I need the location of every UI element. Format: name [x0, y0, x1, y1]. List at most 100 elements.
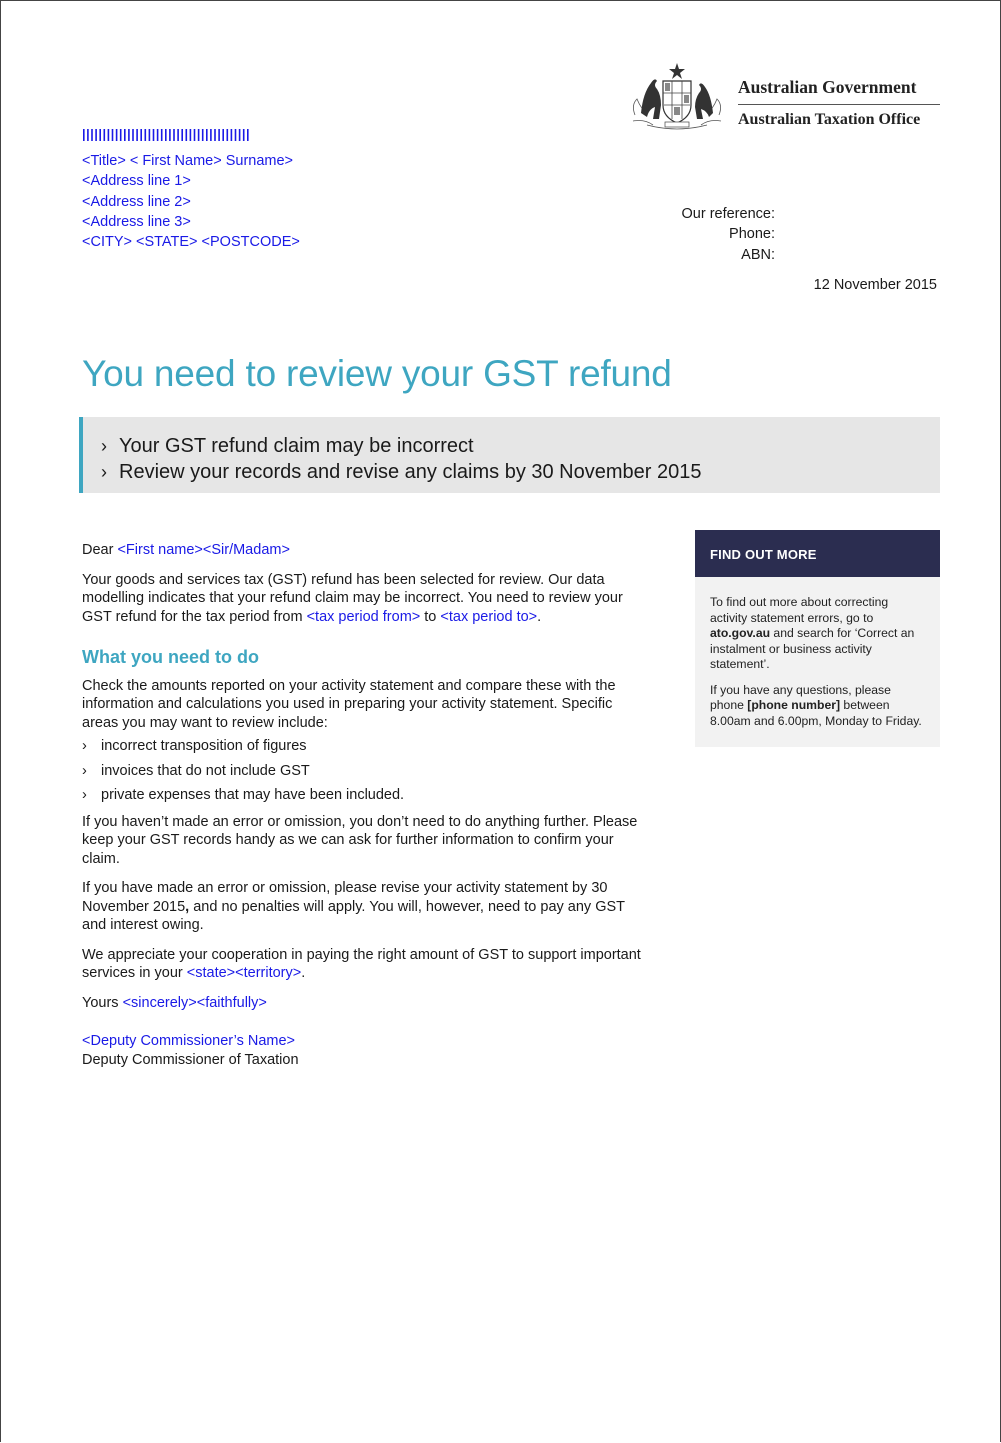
salutation-prefix: Dear [82, 542, 118, 558]
recipient-address: <Title> < First Name> Surname> <Address … [82, 151, 300, 252]
ato-website-link[interactable]: ato.gov.au [710, 626, 770, 640]
appreciation-text: We appreciate your cooperation in paying… [82, 946, 641, 982]
letter-date: 12 November 2015 [813, 277, 937, 293]
section-heading: What you need to do [82, 647, 259, 667]
address-line-3: <Address line 3> [82, 213, 191, 230]
address-line-2: <Address line 2> [82, 193, 191, 210]
barcode-bar [87, 129, 89, 141]
letter-page: Australian Government Australian Taxatio… [0, 0, 1001, 1442]
signatory-title: Deputy Commissioner of Taxation [82, 1051, 299, 1068]
review-paragraph: Check the amounts reported on your activ… [82, 677, 616, 731]
closing-prefix: Yours [82, 994, 123, 1011]
no-error-paragraph: If you haven’t made an error or omission… [82, 813, 638, 867]
barcode-bar [160, 129, 163, 141]
barcode-bar [185, 129, 188, 141]
summary-text: Review your records and revise any claim… [119, 461, 702, 483]
address-city-line: <CITY> <STATE> <POSTCODE> [82, 234, 300, 251]
letter-body: Dear <First name><Sir/Madam> Your goods … [82, 541, 652, 1069]
signature-block: <Deputy Commissioner’s Name> Deputy Comm… [82, 1032, 652, 1069]
signatory-name: <Deputy Commissioner’s Name> [82, 1033, 296, 1049]
barcode-bar [148, 129, 151, 141]
barcode-bar [230, 129, 233, 141]
barcode-bar [238, 129, 241, 141]
recipient-name: <Title> < First Name> Surname> [82, 153, 294, 169]
coat-of-arms-icon [632, 63, 722, 130]
barcode-bar [181, 129, 183, 141]
barcode-bar [124, 129, 126, 141]
barcode-bar [234, 129, 237, 141]
barcode-bar [128, 129, 130, 141]
barcode-bar [197, 129, 200, 141]
chevron-right-icon: › [82, 787, 87, 803]
barcode-bar [119, 129, 122, 141]
closing: Yours <sincerely><faithfully> [82, 994, 652, 1013]
barcode-bar [152, 129, 155, 141]
barcode-bar [103, 129, 106, 141]
barcode-bar [165, 129, 167, 141]
list-item: › private expenses that may have been inc… [82, 786, 652, 805]
summary-item: › Your GST refund claim may be incorrect [101, 433, 940, 459]
summary-text: Your GST refund claim may be incorrect [119, 435, 474, 457]
review-list: › incorrect transposition of figures › inv… [82, 737, 652, 805]
list-item-text: private expenses that may have been incl… [101, 787, 405, 803]
closing-placeholder: <sincerely><faithfully> [122, 994, 267, 1011]
tax-period-from-placeholder: <tax period from> [306, 608, 421, 625]
appreciation-paragraph: We appreciate your cooperation in paying… [82, 946, 652, 983]
barcode-bar [95, 129, 97, 141]
salutation: Dear <First name><Sir/Madam> [82, 541, 652, 560]
barcode-bar [169, 129, 171, 141]
panel-text: To find out more about correcting activi… [710, 595, 889, 625]
tax-period-to-placeholder: <tax period to> [440, 608, 538, 625]
state-territory-placeholder: <state><territory> [186, 965, 302, 981]
chevron-right-icon: › [101, 462, 107, 482]
chevron-right-icon: › [101, 436, 107, 456]
logo-divider [738, 104, 940, 105]
barcode-bar [107, 129, 110, 141]
reference-block: Our reference: Phone: ABN: [601, 204, 776, 265]
letter-title: You need to review your GST refund [82, 353, 672, 394]
barcode-bar [222, 129, 224, 141]
barcode-bar [173, 129, 175, 141]
salutation-placeholder: <First name><Sir/Madam> [117, 542, 290, 558]
barcode-bar [115, 129, 118, 141]
list-item-text: incorrect transposition of figures [101, 738, 307, 754]
intro-paragraph: Your goods and services tax (GST) refund… [82, 571, 652, 627]
chevron-right-icon: › [82, 762, 87, 779]
government-name: Australian Government [738, 77, 917, 97]
summary-box: › Your GST refund claim may be incorrect… [79, 417, 940, 493]
intro-connector: to [420, 608, 441, 625]
panel-paragraph: If you have any questions, please phone … [710, 683, 925, 730]
panel-paragraph: To find out more about correcting activi… [710, 595, 925, 673]
barcode-bar [218, 129, 220, 141]
barcode-bar [201, 129, 204, 141]
barcode-bar [214, 129, 216, 141]
find-out-more-panel: FIND OUT MORE To find out more about cor… [695, 530, 940, 747]
barcode-bar [210, 129, 212, 141]
barcode-bar [140, 129, 142, 141]
agency-name: Australian Taxation Office [738, 111, 921, 128]
list-item-text: invoices that do not include GST [101, 762, 310, 779]
barcode-bar [136, 129, 138, 141]
barcode-bar [206, 129, 208, 141]
list-item: › invoices that do not include GST [82, 762, 652, 781]
barcode-bar [144, 129, 147, 141]
barcode-bar [156, 129, 159, 141]
barcode-bar [99, 129, 101, 141]
barcode-bar [242, 129, 245, 141]
panel-body: To find out more about correcting activi… [695, 577, 940, 747]
barcode-bar [83, 129, 85, 141]
abn-label: ABN: [741, 246, 775, 263]
phone-number: [phone number] [747, 698, 841, 712]
list-item: › incorrect transposition of figures [82, 737, 652, 756]
barcode-bar [193, 129, 196, 141]
appreciation-end: . [301, 965, 306, 981]
barcode-bar [226, 129, 229, 141]
address-line-1: <Address line 1> [82, 173, 191, 190]
barcode-bar [111, 129, 114, 141]
barcode-bar [91, 129, 93, 141]
phone-label: Phone: [729, 226, 775, 243]
our-reference-label: Our reference: [681, 206, 776, 222]
error-paragraph: If you have made an error or omission, p… [82, 879, 652, 935]
barcode-bar [247, 129, 249, 141]
summary-item: › Review your records and revise any cla… [101, 459, 940, 485]
